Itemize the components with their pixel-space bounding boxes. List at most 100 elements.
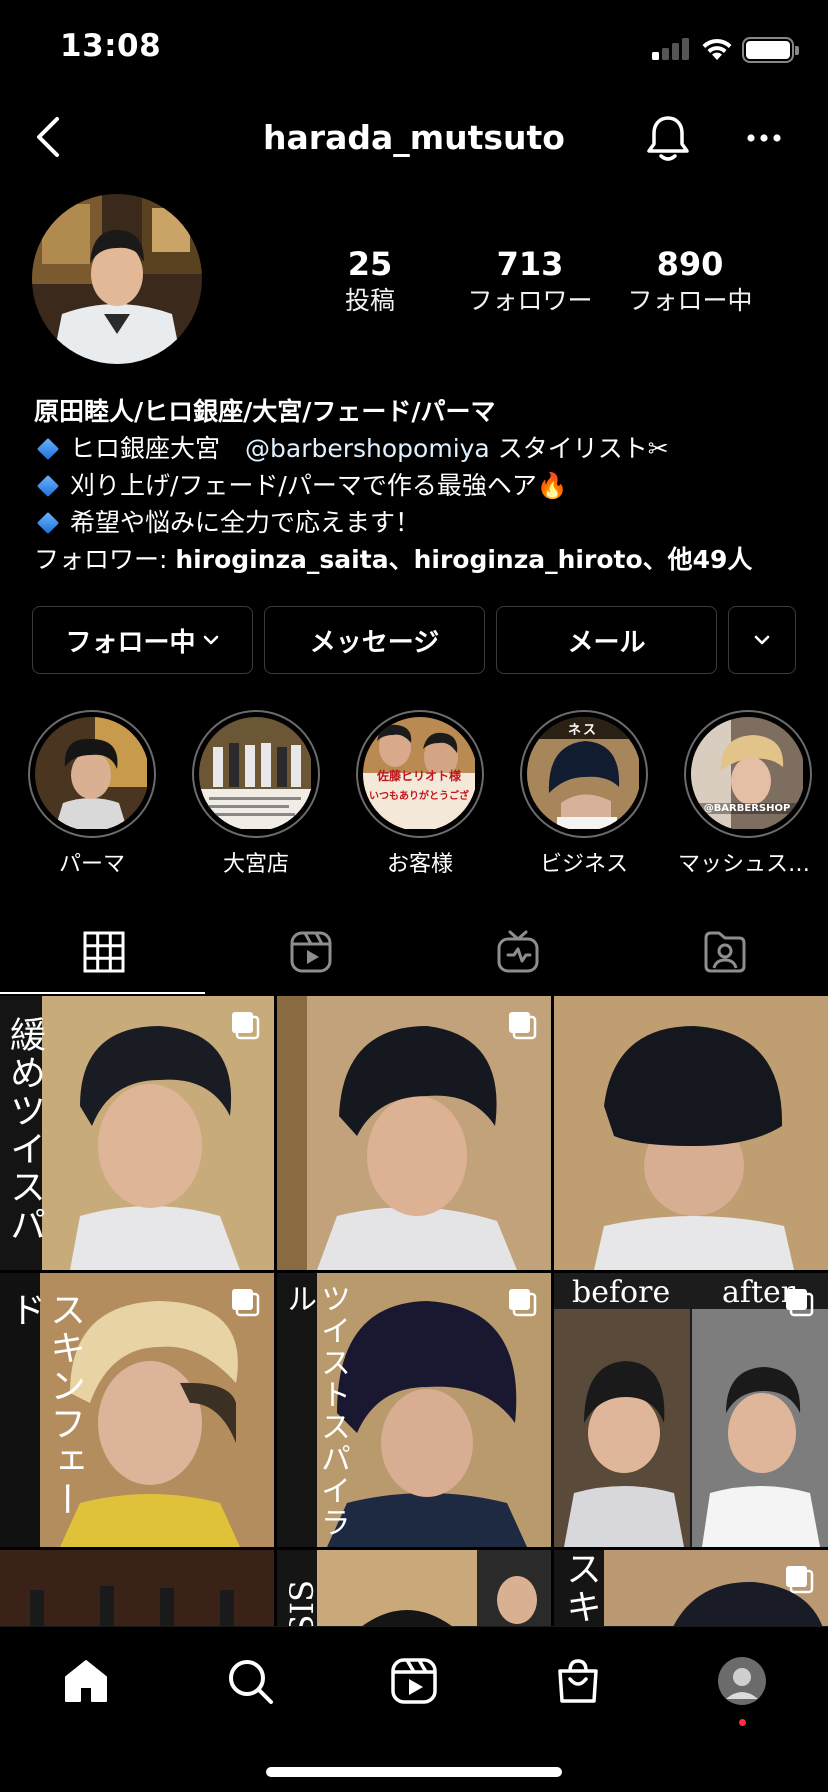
nav-shop[interactable] (548, 1651, 608, 1711)
highlight-cover: 佐藤ヒリオト様 いつもありがとうござ (363, 717, 477, 831)
search-icon (229, 1660, 273, 1704)
nav-search[interactable] (220, 1651, 280, 1711)
blue-diamond-icon (36, 474, 60, 498)
suggested-accounts-button[interactable] (728, 606, 796, 674)
posts-grid: 緩めツイスパ スキンフェード ツイストスパイラル before after SI… (0, 996, 828, 1626)
notification-dot (739, 1719, 746, 1726)
chevron-down-icon (754, 635, 770, 645)
message-button-label: メッセージ (309, 627, 440, 658)
battery-icon (742, 37, 799, 63)
posts-label: 投稿 (344, 286, 395, 315)
multiple-images-icon (786, 1566, 814, 1594)
profile-header: harada_mutsuto (0, 100, 828, 180)
chevron-down-icon (203, 635, 218, 645)
highlight-label: パーマ (58, 852, 125, 877)
following-button-label: フォロー中 (65, 627, 196, 658)
highlight-customers[interactable]: 佐藤ヒリオト様 いつもありがとうござ お客様 (350, 710, 490, 878)
post-thumbnail[interactable] (0, 1550, 274, 1626)
blue-diamond-icon (36, 437, 60, 461)
post-thumbnail[interactable] (277, 996, 551, 1270)
reels-icon (290, 931, 331, 973)
following-label: フォロー中 (627, 286, 753, 315)
highlight-business[interactable]: ネス ビジネス (514, 710, 654, 878)
active-tab-indicator (0, 992, 205, 994)
tab-posts-grid[interactable] (0, 910, 207, 994)
tagged-person-icon (704, 931, 745, 973)
profile-avatar[interactable] (32, 194, 202, 364)
status-bar: 13:08 (0, 0, 828, 100)
following-count: 890 (656, 245, 724, 283)
highlight-cover (199, 717, 313, 831)
email-button[interactable]: メール (496, 606, 717, 674)
highlight-cover-thanks: いつもありがとうござ (369, 791, 469, 802)
mutual-followers[interactable]: フォロワー: hiroginza_saita、hiroginza_hiroto、… (34, 541, 814, 578)
home-indicator (266, 1767, 562, 1777)
posts-stat[interactable]: 25 投稿 (290, 244, 450, 318)
bio-line-2-text: 刈り上げ/フェード/パーマで作る最強ヘア🔥 (70, 471, 568, 500)
highlight-label: ビジネス (539, 852, 628, 877)
email-button-label: メール (567, 627, 646, 658)
followers-label: フォロワー (467, 286, 593, 315)
post-thumbnail[interactable]: スキ (554, 1550, 828, 1626)
multiple-images-icon (509, 1289, 537, 1317)
profile-bio: 原田睦人/ヒロ銀座/大宮/フェード/パーマ ヒロ銀座大宮 @barbershop… (34, 393, 814, 578)
post-caption-overlay: スキンフェード (4, 1291, 85, 1519)
bio-line-1-suffix: スタイリスト✂ (489, 434, 669, 463)
highlight-cover-banner: ネス (567, 723, 598, 738)
post-caption-overlay: ツイストスパイラル (281, 1283, 350, 1539)
following-button[interactable]: フォロー中 (32, 606, 253, 674)
highlight-mash-style[interactable]: @BARBERSHOP マッシュスタ… (678, 710, 818, 878)
followers-count: 713 (496, 245, 564, 283)
post-thumbnail[interactable]: スキンフェード (0, 1273, 274, 1547)
grid-icon (83, 931, 124, 973)
bio-line-1-text: ヒロ銀座大宮 (70, 434, 246, 463)
post-thumbnail[interactable]: before after (554, 1273, 828, 1547)
mutual-followers-prefix: フォロワー: (34, 545, 176, 574)
highlight-cover: @BARBERSHOP (691, 717, 805, 831)
highlight-cover: ネス (527, 717, 641, 831)
status-time: 13:08 (60, 28, 162, 64)
highlight-omiya-store[interactable]: 大宮店 (186, 710, 326, 878)
post-caption-overlay: 緩めツイスパ (4, 1016, 45, 1244)
bio-line-3: 希望や悩みに全力で応えます！ (34, 504, 814, 541)
bio-line-3-text: 希望や悩みに全力で応えます！ (70, 508, 421, 537)
post-thumbnail[interactable]: 緩めツイスパ (0, 996, 274, 1270)
multiple-images-icon (232, 1289, 260, 1317)
profile-photo (32, 194, 202, 364)
posts-count: 25 (347, 245, 393, 283)
highlight-cover-tag: @BARBERSHOP (695, 803, 799, 814)
profile-avatar-icon (718, 1657, 766, 1705)
nav-home[interactable] (56, 1651, 116, 1711)
post-thumbnail[interactable] (554, 996, 828, 1270)
tab-reels[interactable] (207, 910, 414, 994)
tv-icon (497, 930, 538, 973)
tab-tagged[interactable] (621, 910, 828, 994)
post-caption-overlay: SIS (283, 1580, 321, 1626)
following-stat[interactable]: 890 フォロー中 (610, 244, 770, 318)
tab-igtv[interactable] (414, 910, 621, 994)
bio-mention-link[interactable]: @barbershopomiya (245, 434, 490, 463)
bell-icon (647, 116, 689, 161)
post-thumbnail[interactable]: SIS (277, 1550, 551, 1626)
mutual-followers-names: hiroginza_saita、hiroginza_hiroto、他49人 (175, 545, 753, 574)
home-icon (65, 1660, 107, 1702)
highlight-perm[interactable]: パーマ (22, 710, 162, 878)
notifications-button[interactable] (645, 114, 691, 164)
more-horizontal-icon (747, 134, 781, 142)
shopping-bag-icon (558, 1659, 598, 1703)
followers-stat[interactable]: 713 フォロワー (450, 244, 610, 318)
nav-reels[interactable] (384, 1651, 444, 1711)
nav-profile[interactable] (712, 1651, 772, 1726)
reels-icon (391, 1658, 437, 1704)
bottom-tab-bar (0, 1626, 828, 1792)
multiple-images-icon (232, 1012, 260, 1040)
post-before-label: before (572, 1275, 671, 1310)
message-button[interactable]: メッセージ (264, 606, 485, 674)
story-highlights: パーマ 大宮店 佐藤ヒリオト様 いつもありがとうござ お客様 ネス ビジネス @… (0, 710, 828, 880)
bio-line-2: 刈り上げ/フェード/パーマで作る最強ヘア🔥 (34, 467, 814, 504)
more-options-button[interactable] (742, 118, 786, 158)
multiple-images-icon (786, 1289, 814, 1317)
highlight-label: マッシュスタ… (678, 852, 818, 877)
highlight-cover-banner: 佐藤ヒリオト様 (376, 769, 461, 783)
post-thumbnail[interactable]: ツイストスパイラル (277, 1273, 551, 1547)
